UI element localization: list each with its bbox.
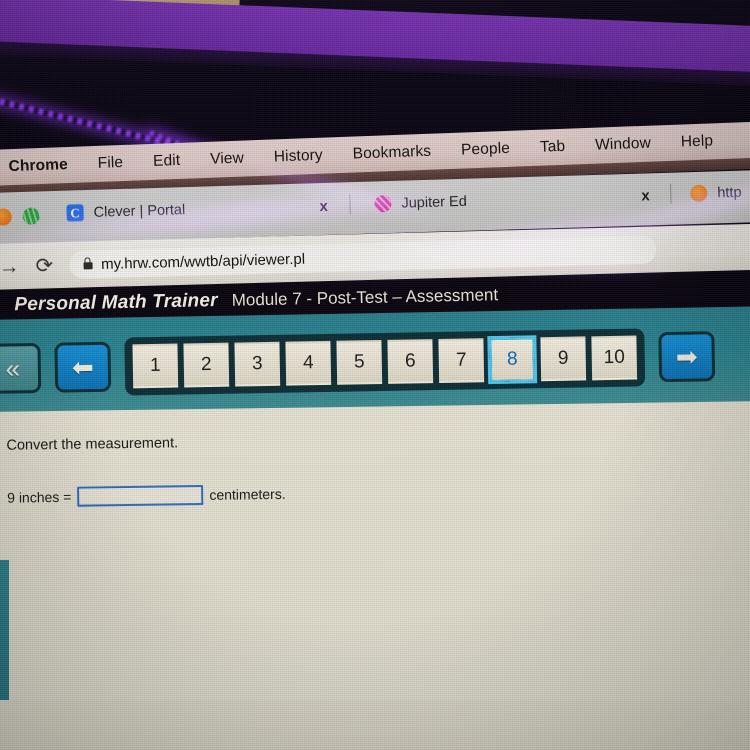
arrow-right-icon-nav: ➡ <box>675 341 698 372</box>
question-prompt: Convert the measurement. <box>6 435 179 454</box>
answer-lead-text: 9 inches = <box>7 488 72 506</box>
assessment-subtitle: Module 7 - Post-Test – Assessment <box>231 285 499 310</box>
menu-item-file[interactable]: File <box>97 154 123 173</box>
previous-question-button[interactable]: ⬅ <box>54 341 112 393</box>
menu-item-edit[interactable]: Edit <box>153 152 181 171</box>
menu-item-bookmarks[interactable]: Bookmarks <box>352 143 431 164</box>
assessment-navigation-bar: « ⬅ 1 2 3 4 5 6 7 8 9 10 ➡ <box>0 306 750 418</box>
next-question-button[interactable]: ➡ <box>658 331 716 383</box>
reload-icon[interactable]: ⟳ <box>35 254 53 277</box>
menu-item-view[interactable]: View <box>210 150 244 169</box>
lock-icon <box>83 261 93 269</box>
menu-item-tab[interactable]: Tab <box>540 138 566 157</box>
menu-item-people[interactable]: People <box>461 140 511 160</box>
orange-circle-icon <box>690 184 708 203</box>
tab-divider <box>349 194 351 215</box>
arrow-left-icon: ⬅ <box>71 352 94 383</box>
question-number-list: 1 2 3 4 5 6 7 8 9 10 <box>124 328 646 396</box>
circle-logo-icon <box>0 295 1 316</box>
question-button-1[interactable]: 1 <box>132 343 179 389</box>
question-button-8-current[interactable]: 8 <box>489 337 536 383</box>
tab-third[interactable]: http <box>690 184 742 203</box>
clever-c-icon: C <box>66 204 84 222</box>
tab-title-clever: Clever | Portal <box>93 201 186 221</box>
question-content-area: Convert the measurement. 9 inches = cent… <box>0 400 750 750</box>
answer-input[interactable] <box>77 484 204 507</box>
menu-item-help[interactable]: Help <box>681 132 714 151</box>
question-button-10[interactable]: 10 <box>591 335 638 381</box>
double-chevron-left-icon: « <box>5 353 21 384</box>
question-button-3[interactable]: 3 <box>234 341 281 387</box>
question-button-7[interactable]: 7 <box>438 338 485 383</box>
question-button-2[interactable]: 2 <box>183 342 230 388</box>
menu-item-chrome[interactable]: Chrome <box>8 156 68 176</box>
photographed-laptop-screen: Chrome File Edit View History Bookmarks … <box>0 0 750 750</box>
tab-divider-2 <box>670 183 672 204</box>
answer-unit-label: centimeters. <box>209 485 286 503</box>
tab-title-jupiter: Jupiter Ed <box>401 193 467 212</box>
bottom-content-filler <box>0 700 750 750</box>
address-bar[interactable]: my.hrw.com/wwtb/api/viewer.pl <box>68 235 657 279</box>
question-button-9[interactable]: 9 <box>540 336 587 382</box>
answer-row: 9 inches = centimeters. <box>7 477 750 508</box>
tab-close-jupiter-icon[interactable]: x <box>641 187 650 204</box>
app-brand-title: Personal Math Trainer <box>14 290 218 316</box>
question-button-4[interactable]: 4 <box>285 340 332 386</box>
menu-item-history[interactable]: History <box>274 147 324 167</box>
question-button-5[interactable]: 5 <box>336 339 383 385</box>
question-button-6[interactable]: 6 <box>387 339 434 384</box>
menu-item-window[interactable]: Window <box>595 135 651 155</box>
bookmark-favicon-green[interactable] <box>22 207 40 225</box>
jupiter-ed-icon <box>374 194 392 213</box>
first-question-button[interactable]: « <box>0 342 42 394</box>
tab-clever-portal[interactable]: C Clever | Portal <box>66 201 185 222</box>
bookmark-favicon-orange[interactable] <box>0 208 12 226</box>
tab-title-third: http <box>717 184 742 201</box>
arrow-right-icon[interactable]: → <box>0 255 20 279</box>
tab-close-clever-icon[interactable]: x <box>319 198 328 215</box>
address-bar-url: my.hrw.com/wwtb/api/viewer.pl <box>100 250 306 273</box>
tab-jupiter-ed[interactable]: Jupiter Ed <box>374 193 467 213</box>
